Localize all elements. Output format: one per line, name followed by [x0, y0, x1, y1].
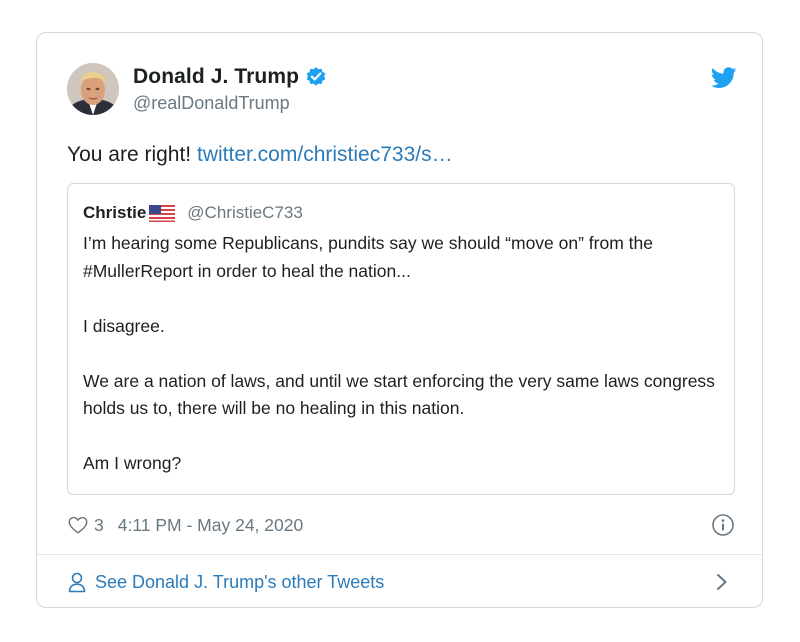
quoted-author-handle: @ChristieC733 — [187, 203, 303, 222]
author-avatar[interactable] — [67, 63, 119, 115]
info-icon[interactable] — [711, 513, 735, 537]
tweet-link[interactable]: twitter.com/christiec733/s… — [197, 143, 453, 166]
tweet-header: Donald J. Trump @realDonaldTrump — [67, 63, 737, 123]
see-other-tweets-link[interactable]: See Donald J. Trump's other Tweets — [67, 568, 735, 596]
see-other-tweets-label[interactable]: See Donald J. Trump's other Tweets — [95, 572, 384, 593]
like-count[interactable]: 3 — [94, 515, 104, 536]
verified-badge-icon — [305, 66, 327, 88]
quoted-paragraph: I disagree. — [83, 315, 165, 336]
tweet-text: You are right! twitter.com/christiec733/… — [67, 143, 453, 167]
tweet-text-body: You are right! — [67, 143, 192, 166]
quoted-tweet-header: Christie @ChristieC733 — [83, 203, 303, 223]
tweet-meta: 3 4:11 PM - May 24, 2020 — [67, 511, 735, 539]
quoted-paragraph: We are a nation of laws, and until we st… — [83, 370, 715, 419]
quoted-tweet-body: I’m hearing some Republicans, pundits sa… — [83, 230, 723, 478]
heart-icon[interactable] — [67, 514, 89, 536]
author-display-name[interactable]: Donald J. Trump — [133, 65, 299, 89]
quoted-author-name: Christie — [83, 203, 147, 222]
person-icon — [67, 571, 87, 593]
twitter-bird-icon[interactable] — [710, 67, 737, 89]
quoted-paragraph: Am I wrong? — [83, 453, 182, 473]
author-handle[interactable]: @realDonaldTrump — [133, 93, 290, 114]
chevron-right-icon[interactable] — [715, 572, 729, 592]
quoted-paragraph: I’m hearing some Republicans, pundits sa… — [83, 233, 653, 281]
embedded-tweet-card: Donald J. Trump @realDonaldTrump You are… — [36, 32, 763, 608]
us-flag-icon — [148, 204, 176, 222]
tweet-timestamp[interactable]: 4:11 PM - May 24, 2020 — [118, 515, 303, 536]
quoted-tweet[interactable]: Christie @ChristieC733 I’m hearing some … — [67, 183, 735, 495]
footer-divider — [37, 554, 762, 555]
